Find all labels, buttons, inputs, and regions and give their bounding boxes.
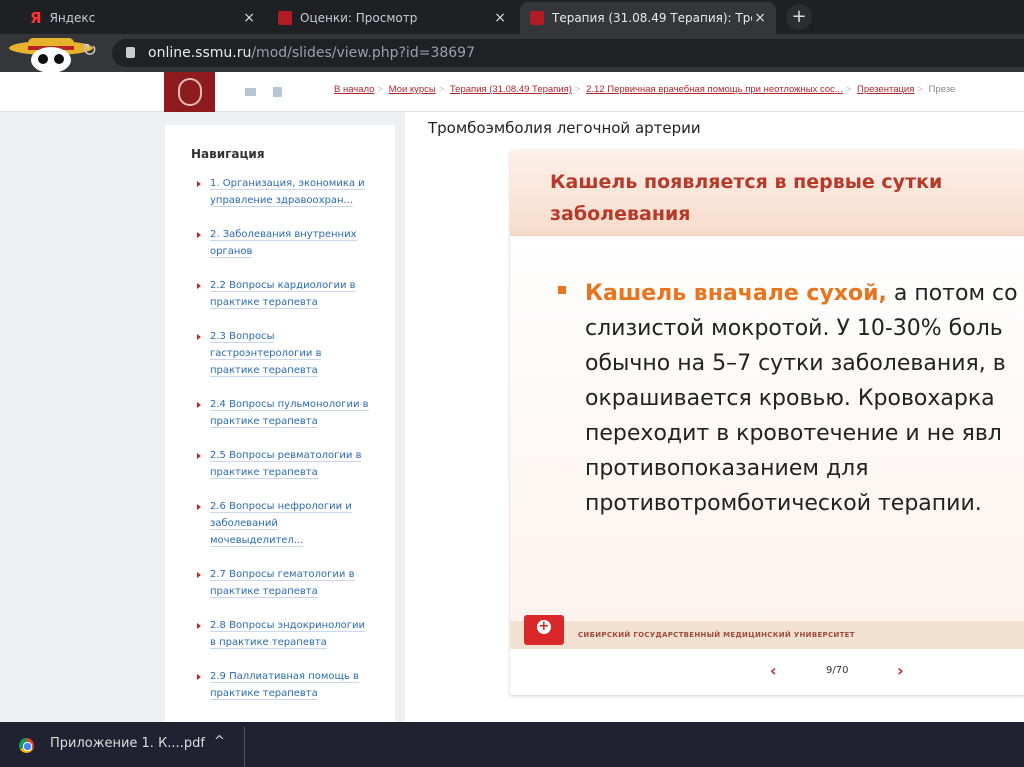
nav-item[interactable]: 2.2 Вопросы кардиологии в практике терап… [191,277,369,311]
nav-item[interactable]: 2.9 Паллиативная помощь в практике терап… [191,668,369,702]
slide-highlight: Кашель вначале сухой, [585,281,887,306]
slide-line: противопоказанием для [585,456,869,481]
slide-line: обычно на 5–7 сутки заболевания, в [585,351,1006,376]
nav-item[interactable]: 2. Заболевания внутренних органов [191,226,369,260]
prev-slide-button[interactable]: ‹ [770,661,777,680]
url-path: /mod/slides/view.php?id=38697 [251,45,475,61]
tab-label: Яндекс [49,11,96,25]
breadcrumb-presentation[interactable]: Презентация [857,84,914,95]
download-file[interactable]: Приложение 1. К....pdf [50,736,205,751]
browser-toolbar: online.ssmu.ru/mod/slides/view.php?id=38… [0,34,1024,72]
university-name: СИБИРСКИЙ ГОСУДАРСТВЕННЫЙ МЕДИЦИНСКИЙ УН… [578,631,855,639]
slide-line: противотромботической терапии. [585,491,982,516]
yandex-icon: Я [30,9,42,27]
address-bar[interactable]: online.ssmu.ru/mod/slides/view.php?id=38… [112,39,1024,67]
calendar-icon[interactable] [273,87,282,97]
new-tab-button[interactable]: + [786,4,812,30]
ssmu-logo[interactable] [164,72,215,112]
slide-line: а потом со [886,281,1018,306]
slide-viewer: Кашель появляется в первые сутки заболева… [510,150,1024,695]
breadcrumb-separator: > [574,84,581,95]
ssmu-icon [278,11,292,25]
breadcrumb-home[interactable]: В начало [334,84,374,95]
navigation-title: Навигация [191,147,265,161]
chevron-up-icon[interactable]: ^ [214,734,225,749]
ssmu-icon [530,11,544,25]
nav-item[interactable]: 1. Организация, экономика и управление з… [191,175,369,209]
tab-strip: Я Яндекс × Оценки: Просмотр × Терапия (31.0… [0,0,1024,34]
breadcrumb-separator: > [438,84,445,95]
slide-navigation: ‹ 9/70 › [510,649,1024,695]
nav-item[interactable]: 2.7 Вопросы гематологии в практике терап… [191,566,369,600]
nav-item[interactable]: 2.8 Вопросы эндокринологии в практике те… [191,617,369,651]
tab-therapy[interactable]: Терапия (31.08.49 Терапия): Тро × [520,2,776,34]
slide-line: слизистой мокротой. У 10-30% боль [585,316,1003,341]
close-tab-icon[interactable]: × [243,10,255,26]
divider [244,727,245,767]
close-tab-icon[interactable]: × [494,10,506,26]
breadcrumb: В начало > Мои курсы > Терапия (31.08.49 Т… [334,84,955,95]
slide-line: переходит в кровотечение и не явл [585,421,1002,446]
nav-item[interactable]: 2.6 Вопросы нефрологии и заболеваний моч… [191,498,369,549]
breadcrumb-section[interactable]: 2.12 Первичная врачебная помощь при неот… [586,84,843,95]
slide-title: Кашель появляется в первые сутки заболева… [510,150,1024,236]
breadcrumb-course[interactable]: Терапия (31.08.49 Терапия) [450,84,572,95]
tab-grades[interactable]: Оценки: Просмотр × [268,2,516,34]
download-bar: Приложение 1. К....pdf ^ [0,722,1024,767]
breadcrumb-current: Презе [928,84,956,95]
mail-icon[interactable] [245,88,256,96]
tab-yandex[interactable]: Я Яндекс × [20,2,265,34]
breadcrumb-my-courses[interactable]: Мои курсы [389,84,436,95]
page-title: Тромбоэмболия легочной артерии [428,119,701,137]
nav-item[interactable]: 2.5 Вопросы ревматологии в практике тера… [191,447,369,481]
breadcrumb-separator: > [845,84,852,95]
breadcrumb-separator: > [917,84,923,95]
url-host: online.ssmu.ru [148,45,252,61]
slide-footer: СИБИРСКИЙ ГОСУДАРСТВЕННЫЙ МЕДИЦИНСКИЙ УН… [510,615,1024,649]
reload-icon[interactable]: ↻ [82,40,97,61]
tab-label: Оценки: Просмотр [300,11,418,25]
bullet-icon [558,286,566,294]
tab-label: Терапия (31.08.49 Терапия): Тро [552,11,752,25]
first-aid-kit-icon [524,615,564,645]
nav-item[interactable]: 2.3 Вопросы гастроэнтерологии в практике… [191,328,369,379]
slide-line: окрашивается кровью. Кровохарка [585,386,995,411]
lock-icon [126,47,135,58]
slide-body: Кашель вначале сухой, а потом со слизист… [510,236,1024,621]
chrome-icon [19,738,34,753]
breadcrumb-separator: > [377,84,384,95]
close-tab-icon[interactable]: × [754,10,766,26]
nav-item[interactable]: 2.4 Вопросы пульмонологии в практике тер… [191,396,369,430]
navigation-block: Навигация 1. Организация, экономика и уп… [165,125,395,725]
next-slide-button[interactable]: › [897,661,904,680]
page-counter: 9/70 [826,665,849,676]
